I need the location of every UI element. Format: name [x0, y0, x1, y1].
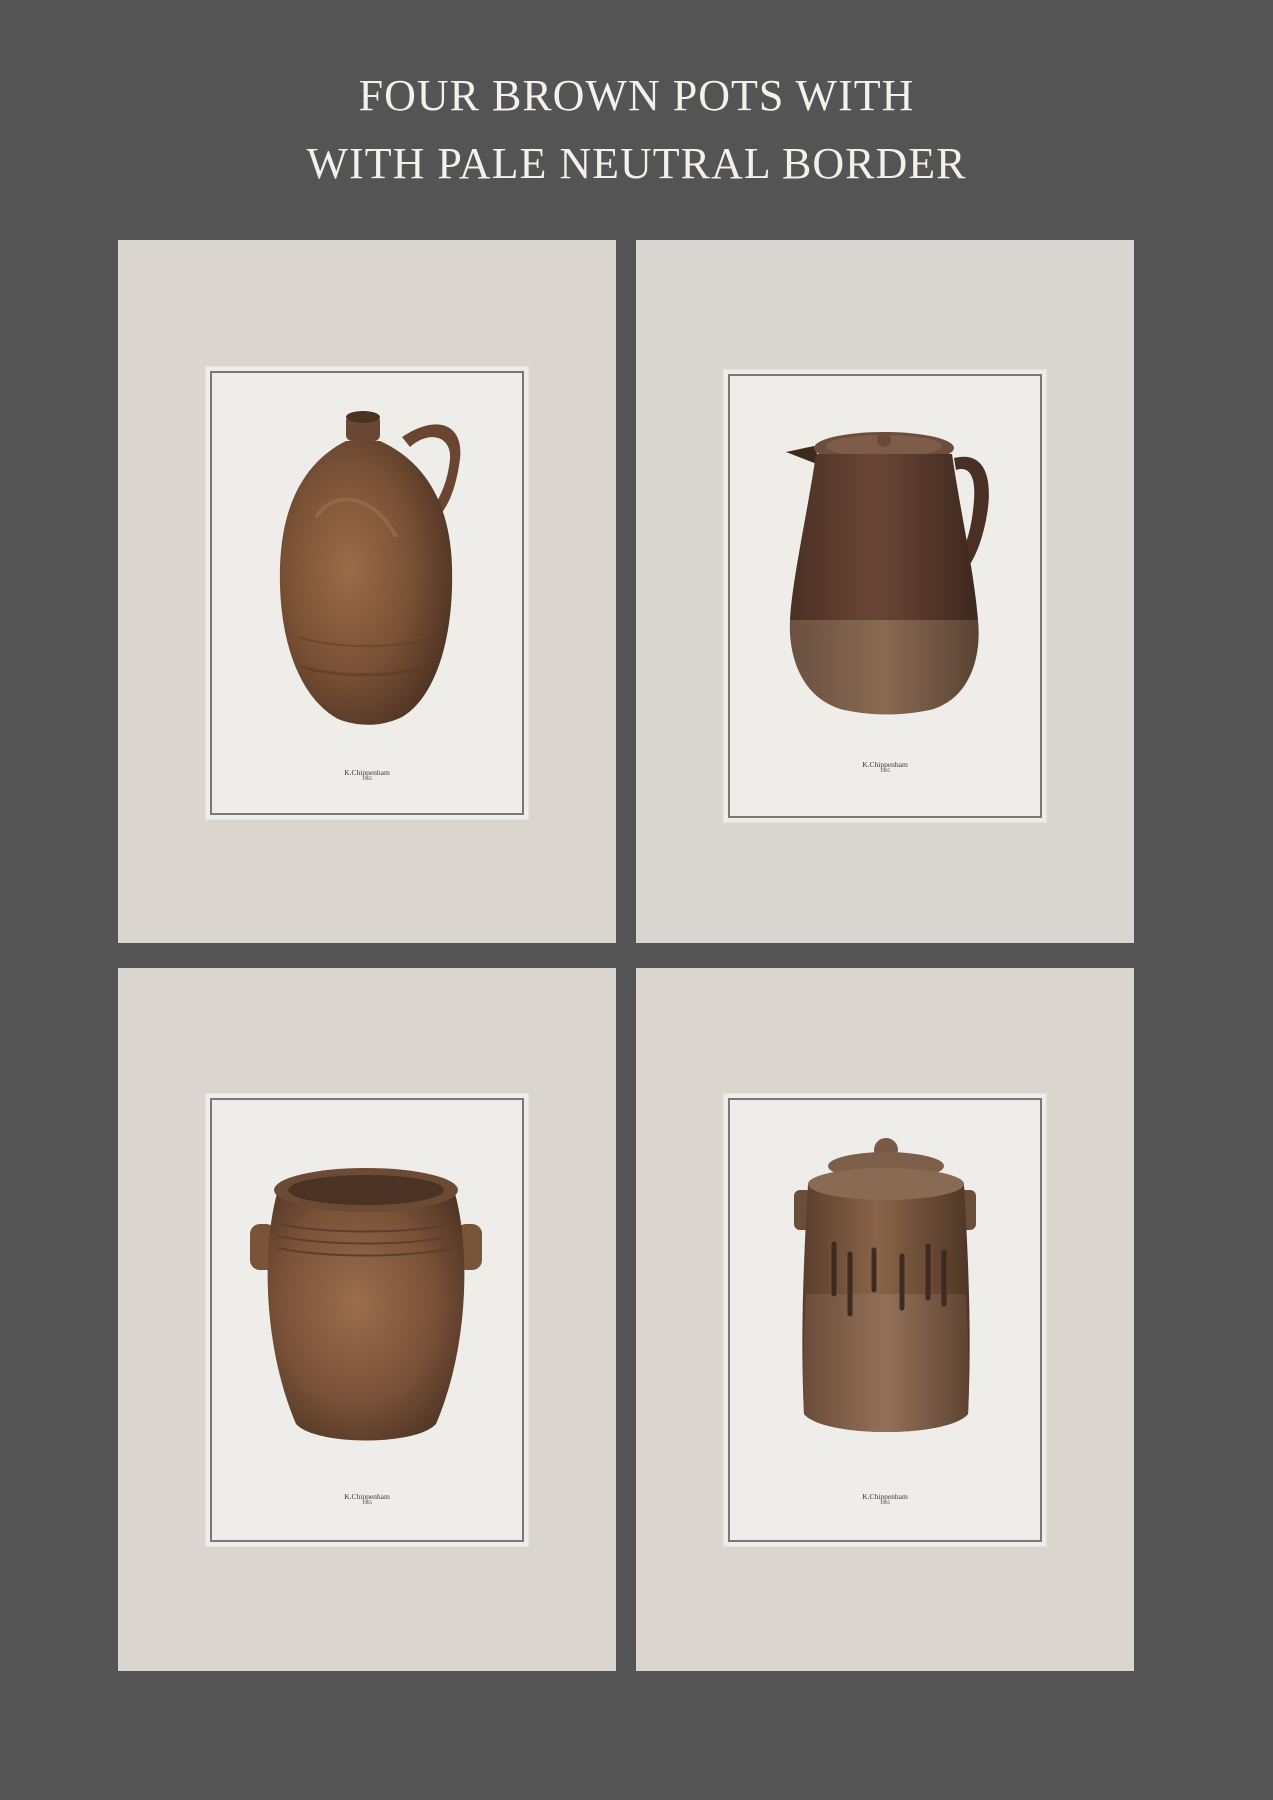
print-year: 1965 [362, 1501, 372, 1506]
print-caption: K.Chippenham 1965 [206, 1492, 528, 1507]
pitcher-illustration [786, 432, 989, 715]
title-line-1: FOUR BROWN POTS WITH [358, 71, 915, 120]
print-caption: K.Chippenham 1965 [724, 760, 1046, 775]
print-year: 1965 [880, 769, 890, 774]
print-caption: K.Chippenham 1965 [206, 768, 528, 783]
art-mat-2: K.Chippenham 1965 [636, 240, 1134, 943]
title-line-2: WITH PALE NEUTRAL BORDER [306, 139, 967, 188]
churn-jar-illustration [794, 1138, 976, 1432]
print-year: 1965 [362, 777, 372, 782]
art-mat-4: K.Chippenham 1965 [636, 968, 1134, 1671]
print-caption: K.Chippenham 1965 [724, 1492, 1046, 1507]
jug-illustration [279, 411, 461, 725]
art-print-2[interactable]: K.Chippenham 1965 [724, 370, 1046, 822]
art-mat-1: K.Chippenham 1965 [118, 240, 616, 943]
crock-illustration [250, 1168, 482, 1441]
art-print-4[interactable]: K.Chippenham 1965 [724, 1094, 1046, 1546]
print-year: 1965 [880, 1501, 890, 1506]
artist-name: K.Chippenham [862, 1492, 908, 1501]
art-mat-3: K.Chippenham 1965 [118, 968, 616, 1671]
art-print-3[interactable]: K.Chippenham 1965 [206, 1094, 528, 1546]
artist-name: K.Chippenham [344, 768, 390, 777]
artist-name: K.Chippenham [862, 760, 908, 769]
page-title: FOUR BROWN POTS WITH WITH PALE NEUTRAL B… [0, 62, 1273, 198]
artist-name: K.Chippenham [344, 1492, 390, 1501]
art-print-1[interactable]: K.Chippenham 1965 [206, 367, 528, 819]
